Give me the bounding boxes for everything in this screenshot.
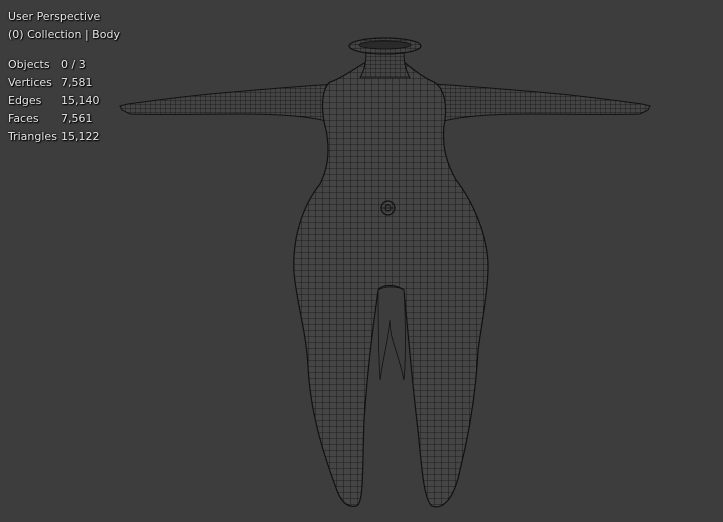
view-name: User Perspective <box>8 10 101 23</box>
stat-value-faces: 7,561 <box>61 112 93 125</box>
scene-statistics: Objects 0 / 3 Vertices 7,581 Edges 15,14… <box>8 56 120 146</box>
3d-viewport[interactable]: User Perspective (0) Collection | Body O… <box>0 0 723 522</box>
viewport-text-overlay: User Perspective (0) Collection | Body O… <box>8 8 120 146</box>
stat-label-triangles: Triangles <box>8 130 57 143</box>
stat-label-objects: Objects <box>8 58 50 71</box>
stat-value-objects: 0 / 3 <box>61 58 86 71</box>
neck-opening-inner <box>358 40 412 50</box>
body-mesh-torso-legs[interactable] <box>293 61 489 508</box>
stat-value-edges: 15,140 <box>61 94 100 107</box>
body-mesh-left-arm[interactable] <box>119 83 339 123</box>
body-mesh-right-arm[interactable] <box>431 83 651 123</box>
leg-gap <box>377 286 406 381</box>
collection-info: (0) Collection | Body <box>8 28 120 41</box>
stat-value-triangles: 15,122 <box>61 130 100 143</box>
stat-label-edges: Edges <box>8 94 42 107</box>
stat-label-vertices: Vertices <box>8 76 52 89</box>
stat-value-vertices: 7,581 <box>61 76 93 89</box>
stat-label-faces: Faces <box>8 112 39 125</box>
